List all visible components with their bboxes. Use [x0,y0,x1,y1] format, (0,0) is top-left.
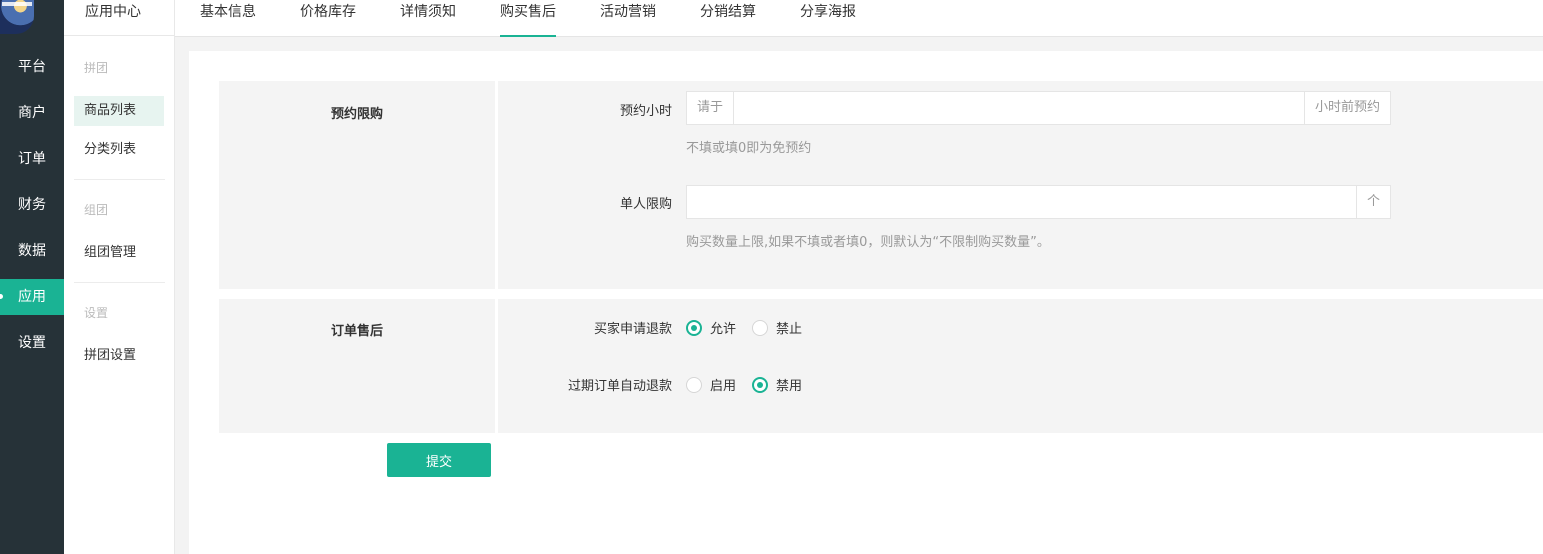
tab-marketing[interactable]: 活动营销 [600,0,656,37]
section-purchase-limit-title: 预约限购 [219,81,495,289]
logo-avatar[interactable] [0,0,34,34]
radio-checked-icon [686,319,702,336]
radio-auto-refund-disable[interactable]: 禁用 [752,375,802,394]
nav-item-merchant[interactable]: 商户 [0,95,64,131]
nav-item-label: 设置 [18,335,46,351]
tab-distribution[interactable]: 分销结算 [700,0,756,37]
reserve-hours-input-group: 请于 小时前预约 [686,91,1391,125]
sub-sidebar: 应用中心 拼团 商品列表 分类列表 组团 组团管理 设置 拼团设置 [64,0,175,554]
radio-label: 禁用 [776,379,803,394]
nav-item-label: 数据 [18,243,46,259]
section-title: 预约限购 [330,107,383,122]
radio-refund-forbid[interactable]: 禁止 [752,318,802,337]
tab-price-stock[interactable]: 价格库存 [300,0,356,37]
radio-refund-allow[interactable]: 允许 [686,318,736,337]
refund-request-label: 买家申请退款 [593,322,672,337]
divider [74,282,165,283]
nav-item-settings[interactable]: 设置 [0,325,64,361]
radio-checked-icon [752,376,768,393]
group-label-pintuan: 拼团 [84,61,109,75]
main-sidebar: 平台 商户 订单 财务 数据 应用 设置 [0,0,64,554]
per-person-limit-input-group: 个 [686,185,1391,219]
divider [74,179,165,180]
nav-item-label: 平台 [18,59,46,75]
sub-item-pintuan-settings[interactable]: 拼团设置 [74,341,164,371]
section-after-sale-title: 订单售后 [219,299,495,433]
nav-item-label: 应用 [18,289,46,305]
reserve-hours-label: 预约小时 [619,104,672,119]
sub-item-group-manage[interactable]: 组团管理 [74,238,164,268]
per-person-limit-help: 购买数量上限,如果不填或者填0，则默认为“不限制购买数量”。 [686,235,1050,250]
nav-item-app[interactable]: 应用 [0,279,64,315]
nav-item-order[interactable]: 订单 [0,141,64,177]
sub-item-product-list[interactable]: 商品列表 [74,96,164,126]
radio-label: 禁止 [776,322,803,337]
reserve-hours-help: 不填或填0即为免预约 [686,141,812,156]
auto-refund-label: 过期订单自动退款 [567,379,672,394]
reserve-hours-suffix: 小时前预约 [1303,92,1390,124]
tab-bar: 基本信息 价格库存 详情须知 购买售后 活动营销 分销结算 分享海报 [175,0,1543,37]
nav-item-label: 财务 [18,197,46,213]
sub-item-category-list[interactable]: 分类列表 [74,135,164,165]
per-person-limit-input[interactable] [687,186,1356,218]
nav-item-finance[interactable]: 财务 [0,187,64,223]
per-person-limit-label: 单人限购 [619,197,672,212]
nav-item-label: 订单 [18,151,46,167]
radio-label: 启用 [710,379,737,394]
radio-auto-refund-enable[interactable]: 启用 [686,375,736,394]
tab-share-poster[interactable]: 分享海报 [800,0,856,37]
submit-button[interactable]: 提交 [387,443,491,477]
tab-purchase-aftersale[interactable]: 购买售后 [500,0,556,37]
sub-sidebar-title: 应用中心 [64,0,175,36]
group-label-group: 组团 [84,203,109,217]
tab-details[interactable]: 详情须知 [400,0,456,37]
nav-item-label: 商户 [18,105,46,121]
active-dot-icon [0,294,3,299]
radio-unchecked-icon [686,376,702,393]
nav-item-data[interactable]: 数据 [0,233,64,269]
tab-basic-info[interactable]: 基本信息 [200,0,256,37]
section-title: 订单售后 [330,324,383,339]
group-label-settings: 设置 [84,306,109,320]
radio-label: 允许 [710,322,737,337]
reserve-hours-input[interactable] [734,92,1304,124]
reserve-hours-prefix: 请于 [687,92,735,124]
radio-unchecked-icon [752,319,768,336]
nav-item-platform[interactable]: 平台 [0,49,64,85]
per-person-limit-suffix: 个 [1355,186,1390,218]
